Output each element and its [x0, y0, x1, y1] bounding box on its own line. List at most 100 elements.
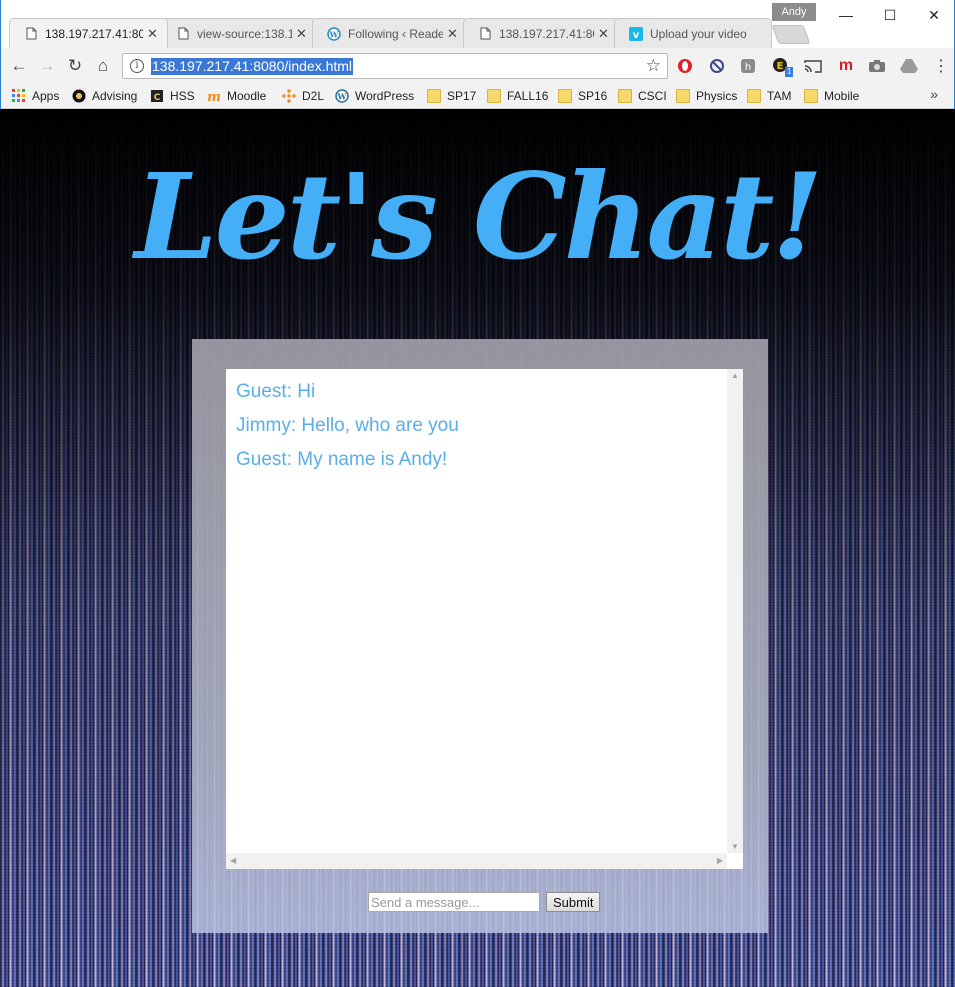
- menu-icon[interactable]: ⋮: [931, 56, 951, 76]
- drive-icon[interactable]: [899, 56, 919, 76]
- chat-message: Guest: My name is Andy!: [236, 449, 448, 470]
- vertical-scrollbar[interactable]: ▲ ▼: [727, 369, 743, 853]
- bookmark-label: Physics: [696, 89, 738, 103]
- bookmark-folder-csci[interactable]: CSCI: [618, 87, 667, 105]
- tab-view-source[interactable]: view-source:138.197.217.41:8080 ✕: [161, 18, 317, 48]
- address-url[interactable]: 138.197.217.41:8080/index.html: [151, 58, 354, 75]
- reload-icon[interactable]: ↻: [63, 54, 87, 78]
- extension-icon[interactable]: h: [738, 56, 758, 76]
- bookmark-folder-sp17[interactable]: SP17: [427, 87, 476, 105]
- tab-chat[interactable]: 138.197.217.41:8080/index.html ✕: [9, 18, 168, 48]
- back-icon[interactable]: ←: [7, 54, 31, 78]
- folder-icon: [618, 89, 632, 103]
- bookmark-moodle[interactable]: m Moodle: [207, 87, 266, 105]
- page-icon: [176, 27, 190, 41]
- advising-icon: [72, 89, 86, 103]
- cast-icon[interactable]: [803, 56, 823, 76]
- maximize-icon[interactable]: ☐: [867, 2, 913, 28]
- chat-message: Jimmy: Hello, who are you: [236, 415, 459, 436]
- new-tab-button[interactable]: [771, 25, 811, 44]
- folder-icon: [747, 89, 761, 103]
- folder-icon: [804, 89, 818, 103]
- chat-log[interactable]: Guest: Hi Jimmy: Hello, who are you Gues…: [226, 369, 743, 869]
- bookmark-label: TAM: [767, 89, 792, 103]
- message-list: Guest: Hi Jimmy: Hello, who are you Gues…: [226, 369, 727, 853]
- bookmark-label: Mobile: [824, 89, 860, 103]
- scroll-down-icon[interactable]: ▼: [731, 842, 739, 851]
- bookmark-folder-tam[interactable]: TAM: [747, 87, 791, 105]
- bookmark-label: Apps: [32, 89, 60, 103]
- svg-text:C: C: [154, 93, 161, 103]
- site-info-icon[interactable]: i: [130, 59, 144, 73]
- svg-text:h: h: [745, 62, 751, 73]
- bookmark-advising[interactable]: Advising: [72, 87, 137, 105]
- message-input[interactable]: [368, 892, 540, 912]
- bookmark-hss[interactable]: C HSS: [150, 87, 195, 105]
- bookmark-apps[interactable]: Apps: [12, 87, 59, 105]
- bookmark-label: Moodle: [227, 89, 267, 103]
- vimeo-icon: v: [629, 26, 643, 41]
- moodle-icon: m: [207, 89, 221, 105]
- svg-text:m: m: [207, 90, 221, 103]
- toolbar: ← → ↻ ⌂ i 138.197.217.41:8080/index.html…: [1, 48, 954, 84]
- home-icon[interactable]: ⌂: [91, 54, 115, 78]
- scroll-up-icon[interactable]: ▲: [731, 371, 739, 380]
- bookmark-label: Advising: [92, 89, 138, 103]
- tab-server[interactable]: 138.197.217.41:8080 ✕: [463, 18, 619, 48]
- camera-icon[interactable]: [867, 56, 887, 76]
- close-tab-icon[interactable]: ✕: [447, 27, 459, 40]
- bookmark-wordpress[interactable]: W WordPress: [335, 87, 414, 105]
- opera-icon[interactable]: [675, 56, 695, 76]
- tab-title: Upload your video: [650, 26, 747, 41]
- folder-icon: [558, 89, 572, 103]
- scrollbar-corner: [727, 853, 743, 869]
- folder-icon: [427, 89, 441, 103]
- horizontal-scrollbar[interactable]: ◀ ▶: [226, 853, 727, 869]
- profile-button[interactable]: Andy: [772, 3, 816, 21]
- extension-badge: 1: [785, 67, 794, 77]
- bookmark-label: D2L: [302, 89, 325, 103]
- minimize-icon[interactable]: —: [823, 2, 869, 28]
- tab-title: 138.197.217.41:8080: [499, 26, 594, 41]
- message-form: Submit: [368, 892, 601, 912]
- submit-button[interactable]: Submit: [546, 892, 601, 912]
- forward-icon[interactable]: →: [35, 54, 59, 78]
- bookmark-label: FALL16: [507, 89, 549, 103]
- bookmark-folder-sp16[interactable]: SP16: [558, 87, 607, 105]
- hss-icon: C: [150, 89, 164, 103]
- bookmark-d2l[interactable]: D2L: [282, 87, 324, 105]
- bookmark-label: SP16: [578, 89, 608, 103]
- scroll-left-icon[interactable]: ◀: [230, 856, 236, 865]
- close-tab-icon[interactable]: ✕: [296, 27, 308, 40]
- close-tab-icon[interactable]: ✕: [598, 27, 610, 40]
- tab-title: view-source:138.197.217.41:8080: [197, 26, 292, 41]
- bookmarks-overflow-icon[interactable]: »: [930, 86, 938, 102]
- tab-vimeo-upload[interactable]: v Upload your video: [614, 18, 772, 48]
- scroll-right-icon[interactable]: ▶: [717, 856, 723, 865]
- block-icon[interactable]: [707, 56, 727, 76]
- bookmark-star-icon[interactable]: ☆: [646, 56, 661, 76]
- tab-title: 138.197.217.41:8080/index.html: [45, 26, 143, 41]
- bookmark-label: HSS: [170, 89, 195, 103]
- evernote-icon[interactable]: E 1: [771, 56, 794, 77]
- tab-wordpress-reader[interactable]: W Following ‹ Reader ✕: [312, 18, 468, 48]
- d2l-icon: [282, 89, 296, 103]
- chat-panel: Guest: Hi Jimmy: Hello, who are you Gues…: [192, 339, 768, 933]
- bookmark-label: CSCI: [638, 89, 667, 103]
- close-window-icon[interactable]: ✕: [911, 2, 955, 28]
- bookmark-folder-physics[interactable]: Physics: [676, 87, 737, 105]
- svg-text:W: W: [329, 29, 340, 39]
- tab-title: Following ‹ Reader: [348, 26, 443, 41]
- chat-message: Guest: Hi: [236, 381, 316, 402]
- address-bar[interactable]: i 138.197.217.41:8080/index.html ☆: [122, 53, 668, 79]
- bookmark-folder-fall16[interactable]: FALL16: [487, 87, 548, 105]
- mendeley-icon[interactable]: m: [836, 56, 856, 76]
- bookmark-label: WordPress: [355, 89, 415, 103]
- wordpress-icon: W: [327, 26, 341, 41]
- apps-grid-icon: [12, 89, 26, 103]
- bookmark-folder-mobile[interactable]: Mobile: [804, 87, 859, 105]
- close-tab-icon[interactable]: ✕: [147, 27, 159, 40]
- wordpress-icon: W: [335, 89, 349, 103]
- bookmark-label: SP17: [447, 89, 477, 103]
- svg-text:W: W: [337, 92, 348, 102]
